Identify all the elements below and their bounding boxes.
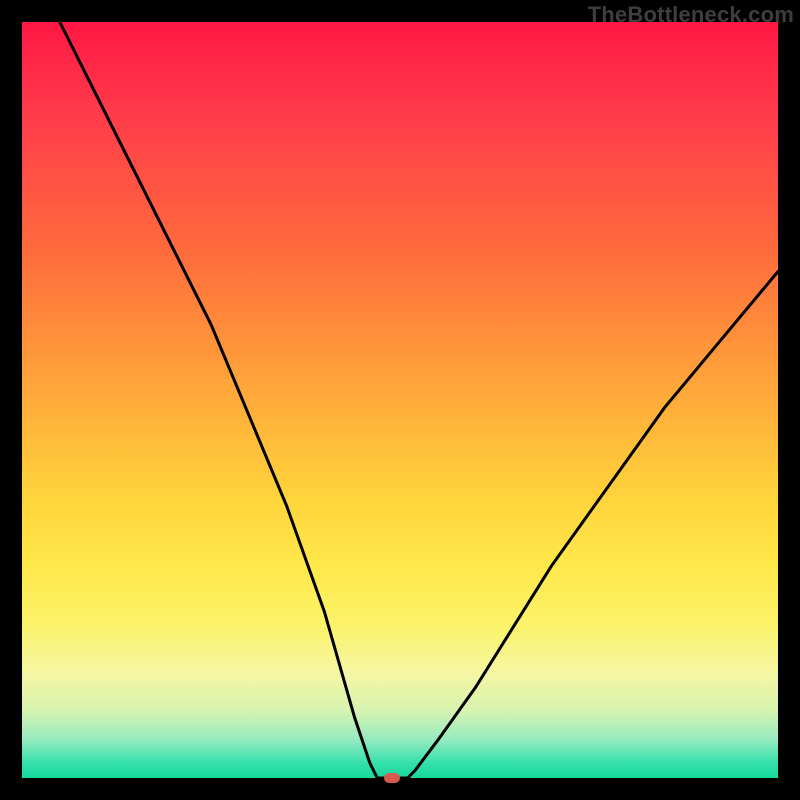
chart-frame: TheBottleneck.com [0, 0, 800, 800]
optimum-marker [384, 773, 400, 783]
plot-area [22, 22, 778, 778]
curve-path [60, 22, 778, 778]
bottleneck-curve [22, 22, 778, 778]
